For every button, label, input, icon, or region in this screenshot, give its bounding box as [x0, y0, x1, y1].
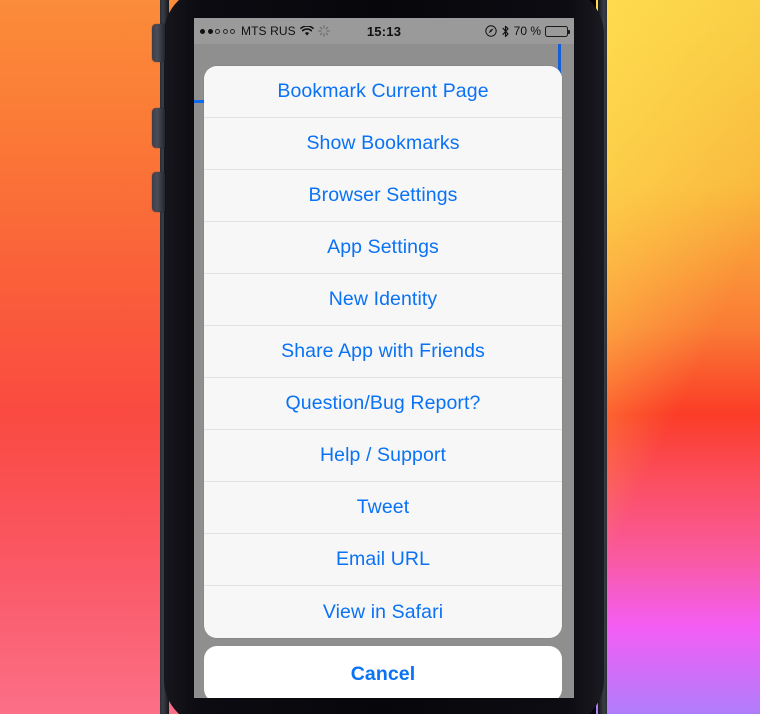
action-item-label: Email URL [335, 548, 431, 570]
action-item-label: Bookmark Current Page [277, 80, 489, 102]
phone-mute-switch[interactable] [152, 24, 165, 62]
action-item-label: Show Bookmarks [306, 132, 460, 154]
action-item-app-settings[interactable]: App Settings [204, 222, 562, 274]
cancel-button-label: Cancel [350, 662, 416, 685]
screenshot-stage: MTS RUS 15:13 70 % Bookmark Current Page… [0, 0, 760, 714]
action-item-label: Share App with Friends [281, 340, 485, 362]
action-item-label: Help / Support [319, 444, 447, 466]
phone-screen: MTS RUS 15:13 70 % Bookmark Current Page… [194, 18, 574, 698]
action-item-share-app-with-friends[interactable]: Share App with Friends [204, 326, 562, 378]
action-item-new-identity[interactable]: New Identity [204, 274, 562, 326]
action-item-label: App Settings [327, 236, 439, 258]
phone-volume-down-button[interactable] [152, 172, 165, 212]
cancel-button[interactable]: Cancel [204, 646, 562, 698]
action-item-label: Browser Settings [308, 184, 458, 206]
action-sheet-group: Bookmark Current Page Show Bookmarks Bro… [204, 66, 562, 638]
action-item-label: Tweet [356, 496, 410, 518]
action-item-email-url[interactable]: Email URL [204, 534, 562, 586]
status-bar-right: 70 % [484, 24, 570, 38]
action-item-question-bug-report[interactable]: Question/Bug Report? [204, 378, 562, 430]
action-item-label: View in Safari [322, 600, 444, 623]
action-item-bookmark-current-page[interactable]: Bookmark Current Page [204, 66, 562, 118]
wallpaper-right-gradient [596, 0, 760, 714]
action-item-help-support[interactable]: Help / Support [204, 430, 562, 482]
action-item-view-in-safari[interactable]: View in Safari [204, 586, 562, 638]
cancel-button-wrapper: Cancel [204, 646, 562, 698]
action-sheet: Bookmark Current Page Show Bookmarks Bro… [204, 66, 562, 698]
action-item-show-bookmarks[interactable]: Show Bookmarks [204, 118, 562, 170]
battery-icon [545, 25, 570, 37]
action-item-label: Question/Bug Report? [285, 392, 481, 414]
phone-volume-up-button[interactable] [152, 108, 165, 148]
action-item-label: New Identity [328, 288, 438, 310]
status-bar: MTS RUS 15:13 70 % [194, 18, 574, 44]
action-item-browser-settings[interactable]: Browser Settings [204, 170, 562, 222]
bluetooth-icon [501, 25, 510, 38]
location-arrow-icon [484, 25, 497, 37]
action-item-tweet[interactable]: Tweet [204, 482, 562, 534]
battery-percent-label: 70 % [513, 24, 541, 38]
